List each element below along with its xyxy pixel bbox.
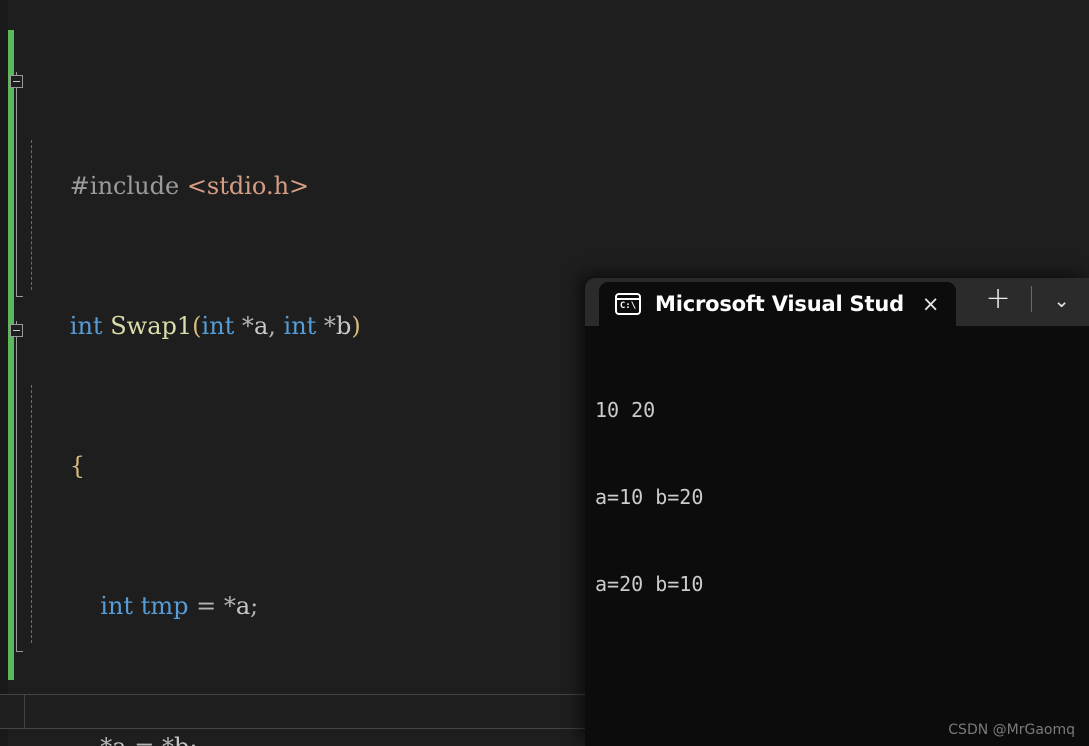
code-line[interactable]: #include <stdio.h> [0,134,1089,200]
terminal-line: a=10 b=20 [595,485,704,509]
terminal-window[interactable]: C:\ Microsoft Visual Stud × + ⌄ 10 20 a=… [585,278,1089,746]
terminal-output[interactable]: 10 20 a=10 b=20 a=20 b=10 D:\C语言\gitware… [585,326,1089,746]
terminal-tab-active[interactable]: C:\ Microsoft Visual Stud × [599,282,956,326]
tab-bar-divider [1030,286,1032,312]
terminal-tab-bar[interactable]: C:\ Microsoft Visual Stud × + ⌄ [585,278,1089,326]
watermark: CSDN @MrGaomq [948,722,1075,738]
terminal-line: 10 20 [595,398,656,422]
terminal-line: a=20 b=10 [595,572,704,596]
new-tab-icon[interactable]: + [986,284,1011,314]
close-icon[interactable]: × [918,293,944,315]
console-cmd-icon: C:\ [615,293,641,315]
chevron-down-icon[interactable]: ⌄ [1054,292,1070,311]
terminal-tab-title: Microsoft Visual Stud [655,292,904,316]
console-icon-glyph: C:\ [619,301,637,311]
